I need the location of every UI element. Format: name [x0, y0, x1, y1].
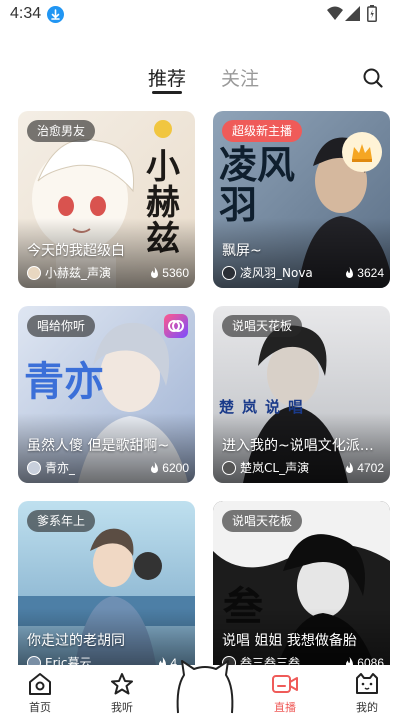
- nav-mine[interactable]: 我的: [342, 671, 392, 721]
- card-meta: Eric暮云 4…: [27, 655, 189, 665]
- flame-icon: [346, 267, 354, 278]
- flame-icon: [346, 462, 354, 473]
- heat-count: 3624: [344, 265, 384, 281]
- heat-count: 4702: [344, 460, 384, 476]
- top-tabs: 推荐 关注: [0, 58, 408, 98]
- download-icon: [47, 6, 64, 23]
- live-camera-icon: [272, 675, 298, 693]
- tab-follow[interactable]: 关注: [221, 64, 259, 91]
- search-icon[interactable]: [362, 67, 384, 94]
- card-meta: 小赫兹_声演 5360: [27, 265, 189, 281]
- host-name: 青亦_: [45, 461, 76, 475]
- nav-listen[interactable]: 我听: [97, 671, 147, 721]
- avatar: [27, 266, 41, 280]
- status-time: 4:34: [10, 5, 42, 22]
- card-title: 说唱 姐姐 我想做备胎: [222, 633, 357, 649]
- live-room-card[interactable]: 楚岚说唱 说唱天花板 进入我的~说唱文化派对... 楚岚CL_声演 4702: [213, 306, 390, 483]
- bottom-nav: 首页 我听 直播 我的: [0, 660, 408, 725]
- host-name: Eric暮云: [45, 656, 92, 665]
- nav-mine-label: 我的: [356, 701, 378, 714]
- host-name: 叁三叁三叁: [240, 656, 301, 665]
- active-tab-indicator: [152, 91, 182, 94]
- category-tag: 说唱天花板: [222, 315, 303, 337]
- nav-live-label: 直播: [274, 701, 296, 714]
- category-tag: 说唱天花板: [222, 510, 303, 532]
- cover-calligraphy: 凌风羽: [219, 142, 296, 227]
- live-room-card[interactable]: 叁 说唱天花板 说唱 姐姐 我想做备胎 叁三叁三叁 6086: [213, 501, 390, 665]
- host-name: 楚岚CL_声演: [240, 461, 310, 475]
- flame-icon: [151, 462, 159, 473]
- cat-face-icon: [356, 673, 378, 694]
- card-title: 飘屏~: [222, 243, 262, 259]
- host-name: 凌风羽_Nova: [240, 266, 313, 280]
- card-title: 你走过的老胡同: [27, 633, 125, 649]
- live-room-card[interactable]: 爹系年上 你走过的老胡同 Eric暮云 4…: [18, 501, 195, 665]
- card-title: 虽然人傻 但是歌甜啊~: [27, 438, 170, 454]
- live-room-feed: 小赫兹 治愈男友 今天的我超级白 小赫兹_声演 5360 凌风羽 超级新主播 飘…: [0, 110, 408, 665]
- cover-calligraphy: 青亦: [24, 358, 104, 405]
- avatar: [27, 461, 41, 475]
- category-tag: 唱给你听: [27, 315, 96, 337]
- avatar: [27, 656, 41, 665]
- heat-count: 6086: [344, 655, 384, 665]
- card-meta: 楚岚CL_声演 4702: [222, 460, 384, 476]
- crown-badge-icon: [342, 132, 382, 172]
- nav-home-label: 首页: [29, 701, 51, 714]
- status-bar: 4:34: [0, 0, 408, 30]
- flame-icon: [346, 657, 354, 665]
- nav-home[interactable]: 首页: [15, 671, 65, 721]
- heat-count: 5360: [149, 265, 189, 281]
- category-tag: 治愈男友: [27, 120, 96, 142]
- avatar: [222, 461, 236, 475]
- flame-icon: [159, 657, 167, 665]
- app-badge-icon: [164, 314, 188, 338]
- battery-icon: [367, 5, 377, 27]
- host-name: 小赫兹_声演: [45, 266, 112, 280]
- card-meta: 叁三叁三叁 6086: [222, 655, 384, 665]
- home-icon: [29, 673, 51, 695]
- card-title: 进入我的~说唱文化派对...: [222, 438, 384, 454]
- category-tag: 爹系年上: [27, 510, 96, 532]
- nav-live[interactable]: 直播: [260, 671, 310, 721]
- card-meta: 凌风羽_Nova 3624: [222, 265, 384, 281]
- card-meta: 青亦_ 6200: [27, 460, 189, 476]
- star-icon: [111, 673, 133, 695]
- category-tag: 超级新主播: [222, 120, 303, 142]
- heat-count: 6200: [149, 460, 189, 476]
- nav-listen-label: 我听: [111, 701, 133, 714]
- live-room-card[interactable]: 青亦 唱给你听 虽然人傻 但是歌甜啊~ 青亦_ 6200: [18, 306, 195, 483]
- signal-icon: [345, 6, 360, 26]
- flame-icon: [151, 267, 159, 278]
- card-title: 今天的我超级白: [27, 243, 125, 259]
- wifi-icon: [327, 6, 343, 25]
- cat-center-icon[interactable]: [172, 657, 238, 715]
- live-room-card[interactable]: 凌风羽 超级新主播 飘屏~ 凌风羽_Nova 3624: [213, 111, 390, 288]
- avatar: [222, 266, 236, 280]
- tab-recommend[interactable]: 推荐: [148, 64, 186, 91]
- live-room-card[interactable]: 小赫兹 治愈男友 今天的我超级白 小赫兹_声演 5360: [18, 111, 195, 288]
